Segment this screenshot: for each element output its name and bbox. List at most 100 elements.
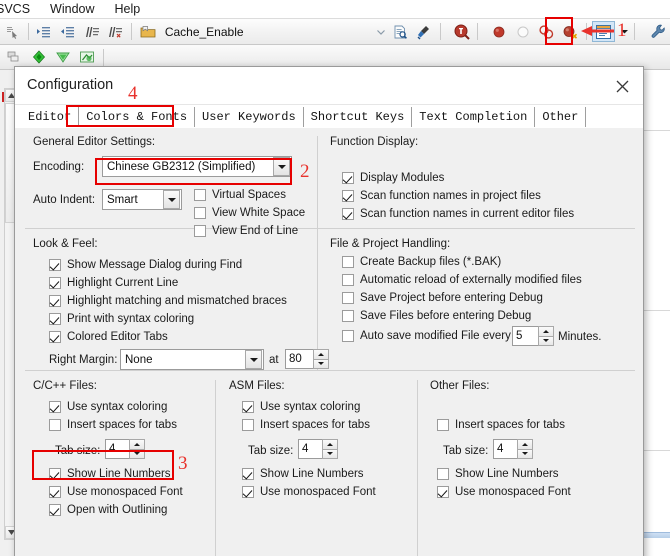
auto-save-minutes-value[interactable]: 5 [512,326,538,346]
function-name-value: Cache_Enable [164,24,244,39]
checkbox-box [342,190,354,202]
spinner-down-arrow[interactable] [517,448,533,459]
broom-icon[interactable] [413,21,435,42]
checkbox-asm-insert-spaces-for-tabs[interactable]: Insert spaces for tabs [242,419,370,431]
indent-decrease-icon[interactable] [57,21,79,42]
toolbar-separator [477,23,479,40]
rebuild-icon[interactable] [76,47,98,68]
checkbox-scan-current-editor-files[interactable]: Scan function names in current editor fi… [342,208,574,220]
breakpoint-disable-icon[interactable] [512,21,534,42]
screenshot-root: SVCS Window Help Cache_Enable 1 Configur… [0,0,670,556]
checkbox-box [194,189,206,201]
spinner-buttons[interactable] [517,439,533,459]
checkbox-save-files-before-debug[interactable]: Save Files before entering Debug [342,310,531,322]
right-margin-at-value[interactable]: 80 [285,349,313,369]
spinner-up-arrow[interactable] [322,439,338,449]
checkbox-asm-show-line-numbers[interactable]: Show Line Numbers [242,468,364,480]
right-margin-combo[interactable]: None [120,349,264,370]
chevron-down-icon[interactable] [163,190,180,209]
uncomment-lines-icon[interactable] [105,21,127,42]
checkbox-highlight-current-line[interactable]: Highlight Current Line [49,277,178,289]
checkbox-other-show-line-numbers[interactable]: Show Line Numbers [437,468,559,480]
spinner-down-arrow[interactable] [538,335,554,346]
asm-tab-size-label: Tab size: [248,445,294,457]
checkbox-label: Use monospaced Font [67,486,183,498]
annotation-number-2: 2 [300,161,310,182]
auto-indent-value: Smart [107,193,138,206]
function-name-combo[interactable]: Cache_Enable [161,22,371,41]
spinner-up-arrow[interactable] [313,349,329,359]
chevron-down-icon[interactable] [373,23,389,41]
spinner-buttons[interactable] [313,349,329,369]
asm-tab-size-value[interactable]: 4 [298,439,322,459]
checkbox-virtual-spaces[interactable]: Virtual Spaces [194,189,286,201]
close-icon[interactable] [607,73,637,99]
translate-icon[interactable] [28,47,50,68]
checkbox-auto-save-modified-file[interactable]: Auto save modified File every [342,330,511,342]
tab-other[interactable]: Other [535,107,587,127]
checkbox-asm-use-monospaced-font[interactable]: Use monospaced Font [242,486,376,498]
checkbox-box [49,504,61,516]
select-all-icon[interactable] [1,21,23,42]
configuration-dialog: Configuration Editor Colors & Fonts User… [14,66,644,556]
spinner-up-arrow[interactable] [517,439,533,449]
checkbox-automatic-reload[interactable]: Automatic reload of externally modified … [342,274,582,286]
checkbox-view-white-space[interactable]: View White Space [194,207,305,219]
bookmark-folder-icon[interactable] [138,21,160,42]
find-in-files-icon[interactable] [451,21,473,42]
checkbox-cpp-insert-spaces-for-tabs[interactable]: Insert spaces for tabs [49,419,177,431]
indent-increase-icon[interactable] [34,21,56,42]
file-project-handling-header: File & Project Handling: [330,238,451,250]
breakpoint-insert-icon[interactable] [488,21,510,42]
menu-item-window[interactable]: Window [40,0,104,18]
document-search-icon[interactable] [390,21,412,42]
checkbox-box [342,292,354,304]
checkbox-label: Use monospaced Font [260,486,376,498]
auto-indent-combo[interactable]: Smart [102,189,182,210]
checkbox-box [49,419,61,431]
encoding-combo-highlight [95,158,292,185]
checkbox-label: Create Backup files (*.BAK) [360,256,502,268]
checkbox-print-syntax-coloring[interactable]: Print with syntax coloring [49,313,194,325]
checkbox-view-end-of-line[interactable]: View End of Line [194,225,298,237]
checkbox-create-backup-files[interactable]: Create Backup files (*.BAK) [342,256,501,268]
checkbox-cpp-use-syntax-coloring[interactable]: Use syntax coloring [49,401,167,413]
other-tab-size-value[interactable]: 4 [493,439,517,459]
checkbox-label: Print with syntax coloring [67,313,195,325]
checkbox-other-insert-spaces-for-tabs[interactable]: Insert spaces for tabs [437,419,565,431]
right-margin-at-spinner[interactable]: 80 [285,349,329,369]
checkbox-cpp-open-with-outlining[interactable]: Open with Outlining [49,504,167,516]
asm-tab-size-spinner[interactable]: 4 [298,439,338,459]
comment-lines-icon[interactable] [81,21,103,42]
other-tab-size-spinner[interactable]: 4 [493,439,533,459]
spinner-down-arrow[interactable] [322,448,338,459]
checkbox-save-project-before-debug[interactable]: Save Project before entering Debug [342,292,543,304]
checkbox-display-modules[interactable]: Display Modules [342,172,444,184]
build-icon[interactable] [52,47,74,68]
wrench-icon[interactable] [647,21,669,42]
auto-save-minutes-spinner[interactable]: 5 [512,326,554,346]
spinner-buttons[interactable] [322,439,338,459]
checkbox-scan-project-files[interactable]: Scan function names in project files [342,190,541,202]
spinner-up-arrow[interactable] [129,439,145,449]
chevron-down-icon[interactable] [245,350,262,369]
checkbox-highlight-braces[interactable]: Highlight matching and mismatched braces [49,295,287,307]
tab-user-keywords[interactable]: User Keywords [195,107,304,127]
menu-item-help[interactable]: Help [105,0,151,18]
spinner-buttons[interactable] [538,326,554,346]
checkbox-box [342,172,354,184]
tab-shortcut-keys[interactable]: Shortcut Keys [303,107,413,127]
checkbox-box [194,207,206,219]
checkbox-asm-use-syntax-coloring[interactable]: Use syntax coloring [242,401,360,413]
checkbox-colored-editor-tabs[interactable]: Colored Editor Tabs [49,331,168,343]
toolbar-separator [131,23,133,40]
menu-item-svcs[interactable]: SVCS [0,0,40,18]
tab-text-completion[interactable]: Text Completion [412,107,536,127]
spinner-down-arrow[interactable] [313,358,329,369]
spinner-up-arrow[interactable] [538,326,554,336]
checkbox-cpp-use-monospaced-font[interactable]: Use monospaced Font [49,486,183,498]
checkbox-other-use-monospaced-font[interactable]: Use monospaced Font [437,486,571,498]
checkbox-show-message-dialog[interactable]: Show Message Dialog during Find [49,259,242,271]
checkbox-box [342,310,354,322]
build-target-icon[interactable] [4,47,26,68]
